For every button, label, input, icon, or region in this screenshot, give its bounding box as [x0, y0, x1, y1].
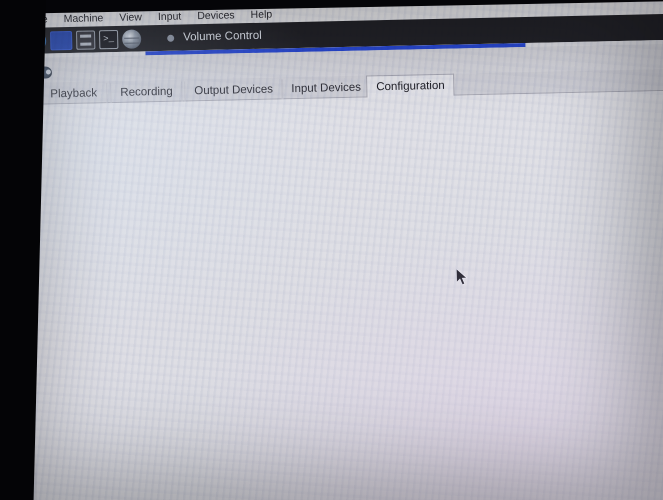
- menu-item-devices[interactable]: Devices: [197, 9, 235, 22]
- menu-item-view[interactable]: View: [119, 11, 142, 23]
- vm-screen: Kicksecure-Xfce [Running] - Oracle VM Vi…: [22, 0, 663, 500]
- menu-item-machine[interactable]: Machine: [64, 12, 104, 25]
- terminal-icon[interactable]: >_: [98, 29, 119, 49]
- mouse-pointer: [456, 268, 468, 286]
- configuration-panel: No Cards: [28, 89, 663, 500]
- taskbar-window-label: Volume Control: [183, 29, 262, 44]
- taskbar-window-volume-control[interactable]: Volume Control: [159, 26, 270, 48]
- workspace-switcher[interactable]: [49, 30, 73, 50]
- tab-input-devices[interactable]: Input Devices: [281, 77, 372, 100]
- tab-playback[interactable]: Playback: [40, 83, 108, 105]
- menu-item-input[interactable]: Input: [158, 10, 182, 23]
- window-state-dot: [167, 34, 175, 42]
- volume-control-window: Playback Recording Output Devices Input …: [27, 38, 663, 500]
- menu-item-help[interactable]: Help: [250, 8, 272, 20]
- tab-recording[interactable]: Recording: [110, 81, 183, 104]
- web-browser-icon[interactable]: [121, 28, 142, 49]
- tab-output-devices[interactable]: Output Devices: [184, 79, 284, 102]
- file-manager-icon[interactable]: [75, 29, 96, 50]
- tab-configuration[interactable]: Configuration: [366, 73, 455, 99]
- photographed-screen: Kicksecure-Xfce [Running] - Oracle VM Vi…: [0, 0, 663, 500]
